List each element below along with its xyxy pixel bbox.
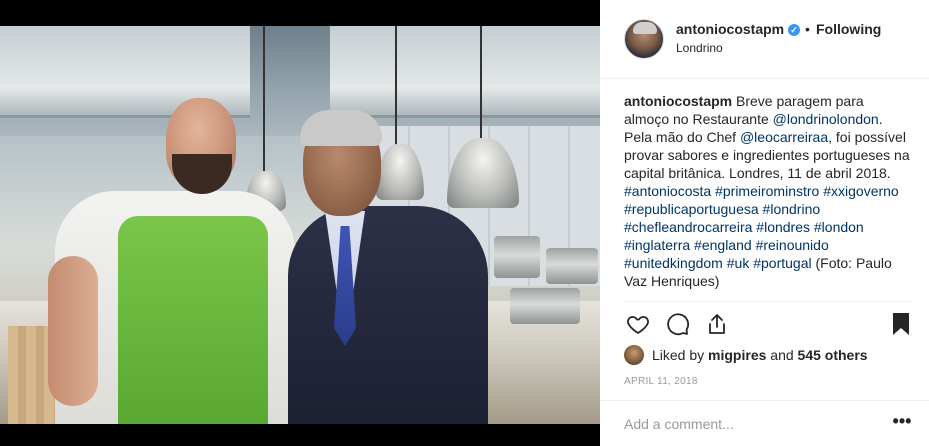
- caption-text: Breve paragem para almoço no Restaurante…: [624, 93, 910, 289]
- likes-joiner: and: [766, 347, 798, 363]
- post-location[interactable]: Londrino: [676, 41, 723, 55]
- comment-input[interactable]: [624, 413, 874, 435]
- divider: [624, 301, 911, 302]
- first-liker-link[interactable]: migpires: [708, 347, 766, 363]
- post-header: antoniocostapm ✓ • Following Londrino: [600, 0, 929, 79]
- photo-chef-apron: [118, 216, 268, 424]
- hashtag-link[interactable]: #chefleandrocarreira: [624, 219, 752, 235]
- hashtag-link[interactable]: #portugal: [753, 255, 811, 271]
- likes-summary: Liked by migpires and 545 others: [652, 347, 868, 363]
- comment-bubble-icon[interactable]: [664, 310, 692, 338]
- heart-icon[interactable]: [624, 310, 652, 338]
- hashtag-link[interactable]: #london: [814, 219, 864, 235]
- author-username[interactable]: antoniocostapm: [676, 21, 784, 37]
- hashtag-link[interactable]: #londrino: [763, 201, 821, 217]
- photo-chef-beard: [172, 154, 232, 194]
- share-icon[interactable]: [703, 310, 731, 338]
- hashtag-link[interactable]: #londres: [756, 219, 810, 235]
- photo-tray: [510, 288, 580, 324]
- hashtag-link[interactable]: #england: [694, 237, 752, 253]
- hashtag-link[interactable]: #republicaportuguesa: [624, 201, 759, 217]
- following-button[interactable]: Following: [816, 21, 881, 37]
- hashtag-link[interactable]: #reinounido: [756, 237, 829, 253]
- hashtag-link[interactable]: #antoniocosta: [624, 183, 711, 199]
- photo-pot: [494, 236, 540, 278]
- hashtag-link[interactable]: #primeirominstro: [715, 183, 819, 199]
- likes-row: Liked by migpires and 545 others: [624, 345, 868, 365]
- post-photo[interactable]: [0, 0, 600, 446]
- mention-link[interactable]: @leocarreiraa: [740, 129, 828, 145]
- photo-pm-suit: [288, 206, 488, 424]
- hashtag-link[interactable]: #xxigoverno: [823, 183, 899, 199]
- hashtag-link[interactable]: #uk: [727, 255, 750, 271]
- mention-link[interactable]: @londrinolondon: [773, 111, 879, 127]
- liker-avatar[interactable]: [624, 345, 644, 365]
- photo-pm-hair: [300, 110, 382, 146]
- bookmark-icon[interactable]: [887, 310, 915, 338]
- instagram-post: antoniocostapm ✓ • Following Londrino an…: [0, 0, 929, 446]
- post-actions: [624, 310, 914, 340]
- hashtag-link[interactable]: #inglaterra: [624, 237, 690, 253]
- post-caption: antoniocostapm Breve paragem para almoço…: [624, 92, 912, 298]
- comment-box: •••: [600, 400, 929, 446]
- photo-chef-arm: [48, 256, 98, 406]
- author-avatar[interactable]: [624, 19, 664, 59]
- photo-pot: [546, 248, 598, 284]
- post-date[interactable]: APRIL 11, 2018: [624, 376, 698, 387]
- post-sidebar: antoniocostapm ✓ • Following Londrino an…: [600, 0, 929, 446]
- others-likes-link[interactable]: 545 others: [798, 347, 868, 363]
- header-separator: •: [805, 21, 810, 37]
- verified-badge-icon: ✓: [788, 24, 800, 36]
- likes-prefix: Liked by: [652, 347, 709, 363]
- photo-hood-right: [330, 26, 600, 118]
- photo-image: [0, 26, 600, 424]
- more-options-icon[interactable]: •••: [890, 411, 914, 435]
- caption-author[interactable]: antoniocostapm: [624, 93, 732, 109]
- hashtag-link[interactable]: #unitedkingdom: [624, 255, 723, 271]
